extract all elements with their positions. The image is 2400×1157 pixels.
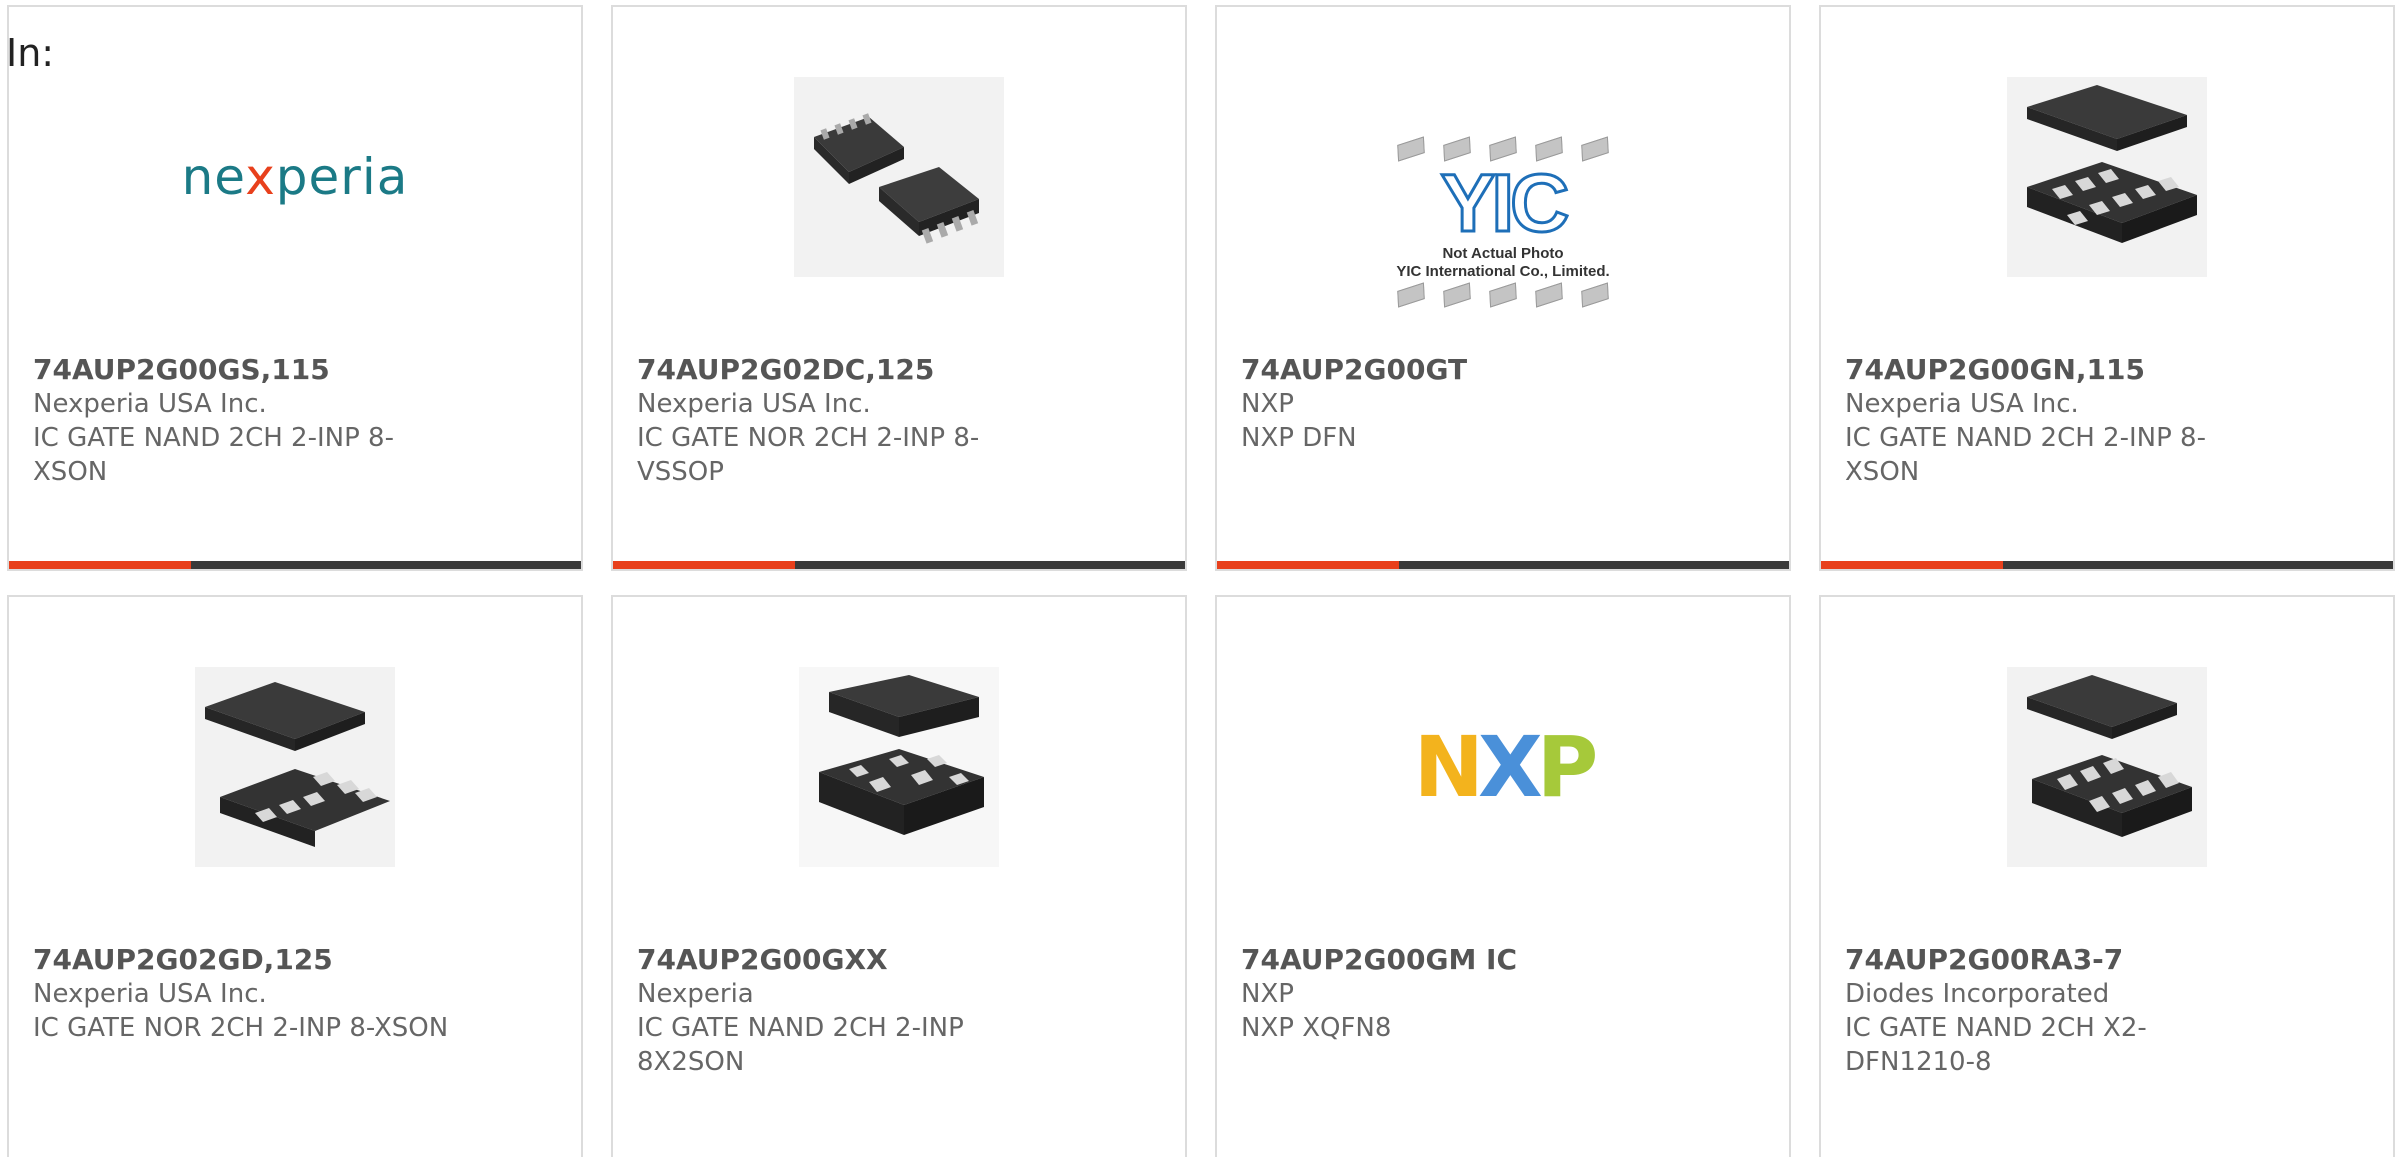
manufacturer: Nexperia [637,979,754,1009]
product-info: 74AUP2G00RA3-7 Diodes Incorporated IC GA… [1845,943,2265,1079]
product-image-xson[interactable] [9,657,581,877]
product-card[interactable]: 74AUP2G02DC,125 Nexperia USA Inc. IC GAT… [611,5,1187,571]
product-image-dfn[interactable] [1821,657,2393,877]
product-info: 74AUP2G00GS,115 Nexperia USA Inc. IC GAT… [33,353,453,489]
card-progress-bar [9,561,581,569]
product-info: 74AUP2G00GN,115 Nexperia USA Inc. IC GAT… [1845,353,2265,489]
card-progress-accent [9,561,191,569]
product-image-placeholder[interactable]: YIC Not Actual Photo YIC International C… [1217,97,1789,347]
part-number-link[interactable]: 74AUP2G00GXX [637,943,1057,977]
manufacturer: Diodes Incorporated [1845,979,2110,1009]
xson-package-icon [2007,77,2207,277]
product-image-xson[interactable] [1821,67,2393,287]
description: IC GATE NAND 2CH 2-INP 8-XSON [1845,423,2206,487]
product-info: 74AUP2G02DC,125 Nexperia USA Inc. IC GAT… [637,353,1057,489]
product-image-nexperia-logo[interactable]: nexperia [9,67,581,287]
in-label: In: [6,31,55,75]
card-progress-accent [1821,561,2003,569]
card-progress-bar [613,561,1185,569]
nxp-logo: NXP [1413,718,1599,816]
xson-package-icon [195,667,395,867]
product-image-vssop[interactable] [613,67,1185,287]
product-card[interactable]: 74AUP2G00RA3-7 Diodes Incorporated IC GA… [1819,595,2395,1157]
product-grid-page: In: nexperia 74AUP2G00GS,115 Nexperia US… [0,0,2400,1157]
description: IC GATE NOR 2CH 2-INP 8-XSON [33,1013,449,1043]
description: IC GATE NAND 2CH 2-INP 8X2SON [637,1013,964,1077]
product-card[interactable]: 74AUP2G00GN,115 Nexperia USA Inc. IC GAT… [1819,5,2395,571]
yic-logo: YIC [1439,158,1571,249]
product-card[interactable]: 74AUP2G00GXX Nexperia IC GATE NAND 2CH 2… [611,595,1187,1157]
product-info: 74AUP2G00GXX Nexperia IC GATE NAND 2CH 2… [637,943,1057,1079]
vssop-package-icon [794,77,1004,277]
card-progress-accent [613,561,795,569]
part-number-link[interactable]: 74AUP2G00GT [1241,353,1661,387]
not-actual-photo-text: Not Actual Photo [1442,245,1564,262]
product-card[interactable]: YIC Not Actual Photo YIC International C… [1215,5,1791,571]
part-number-link[interactable]: 74AUP2G02DC,125 [637,353,1057,387]
manufacturer: Nexperia USA Inc. [33,979,267,1009]
nexperia-logo: nexperia [181,148,409,206]
product-info: 74AUP2G00GT NXP NXP DFN [1241,353,1661,455]
description: IC GATE NAND 2CH X2-DFN1210-8 [1845,1013,2147,1077]
description: NXP DFN [1241,423,1357,453]
dfn-package-icon [2007,667,2207,867]
product-image-nxp-logo[interactable]: NXP [1217,657,1789,877]
x2son-package-icon [799,667,999,867]
manufacturer: NXP [1241,979,1294,1009]
yic-placeholder: YIC Not Actual Photo YIC International C… [1396,135,1610,309]
package-thumbnails-top [1397,136,1609,162]
product-image-x2son[interactable] [613,657,1185,877]
manufacturer: Nexperia USA Inc. [637,389,871,419]
product-card[interactable]: nexperia 74AUP2G00GS,115 Nexperia USA In… [7,5,583,571]
manufacturer: Nexperia USA Inc. [33,389,267,419]
description: IC GATE NAND 2CH 2-INP 8-XSON [33,423,394,487]
card-progress-accent [1217,561,1399,569]
card-progress-bar [1821,561,2393,569]
manufacturer: Nexperia USA Inc. [1845,389,2079,419]
yic-company-text: YIC International Co., Limited. [1396,263,1610,280]
part-number-link[interactable]: 74AUP2G00GM IC [1241,943,1661,977]
description: NXP XQFN8 [1241,1013,1392,1043]
product-info: 74AUP2G00GM IC NXP NXP XQFN8 [1241,943,1661,1045]
manufacturer: NXP [1241,389,1294,419]
part-number-link[interactable]: 74AUP2G00RA3-7 [1845,943,2265,977]
package-thumbnails-bottom [1397,282,1609,308]
part-number-link[interactable]: 74AUP2G00GS,115 [33,353,453,387]
product-card[interactable]: 74AUP2G02GD,125 Nexperia USA Inc. IC GAT… [7,595,583,1157]
part-number-link[interactable]: 74AUP2G02GD,125 [33,943,453,977]
part-number-link[interactable]: 74AUP2G00GN,115 [1845,353,2265,387]
description: IC GATE NOR 2CH 2-INP 8-VSSOP [637,423,980,487]
product-info: 74AUP2G02GD,125 Nexperia USA Inc. IC GAT… [33,943,453,1045]
product-card[interactable]: NXP 74AUP2G00GM IC NXP NXP XQFN8 [1215,595,1791,1157]
card-progress-bar [1217,561,1789,569]
